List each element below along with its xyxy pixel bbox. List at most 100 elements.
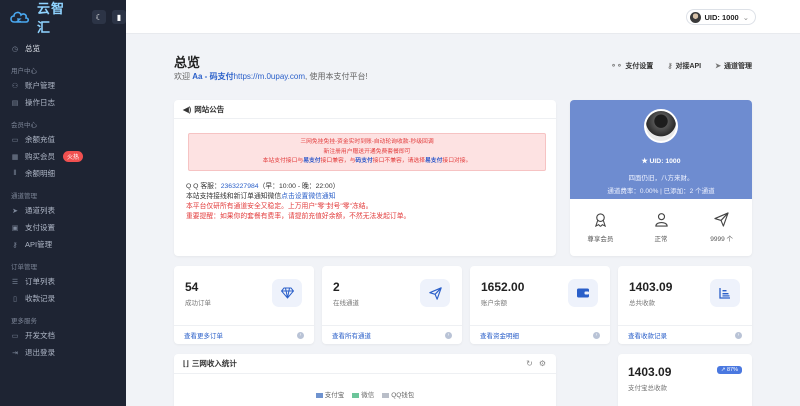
sidebar-item[interactable]: ▭ 余额充值 (0, 131, 126, 148)
user-icon: ⚇ (11, 82, 19, 90)
dark-mode-toggle-icon[interactable]: ☾ (92, 10, 106, 24)
cloud-logo-icon (9, 9, 31, 25)
nav-group-label: 会员中心 (11, 122, 37, 129)
record-icon: ▯ (13, 295, 17, 303)
nav-group-label: 通道管理 (11, 193, 37, 200)
view-channels-link[interactable]: 查看所有通道 › (322, 325, 462, 344)
alipay-total-label: 支付宝总收款 (628, 385, 667, 392)
notice-alert: 三网免挂免挂-资金实时到账-自动轮询收款-秒级回调 新注册用户赠送开通免费套餐即… (188, 133, 546, 171)
user-menu-button[interactable]: UID: 1000 ⌄ (685, 9, 756, 25)
sidebar-item[interactable]: ▤ 操作日志 (0, 94, 126, 111)
income-chart-title: 三网收入统计 (191, 359, 237, 368)
income-chart-card: ⌊⌋ 三网收入统计 ↻ ⚙ 支付宝 微信 QQ钱包 (174, 354, 556, 406)
sidebar-item-label: 开发文档 (25, 331, 55, 340)
sliders-icon: ⚬⚬ (610, 63, 623, 70)
avatar (689, 11, 701, 23)
send-icon: ➤ (12, 207, 18, 215)
stat-value: 54 (185, 280, 199, 294)
sidebar-item-label: 余额充值 (25, 135, 55, 144)
gear-icon[interactable]: ⚙ (539, 359, 546, 368)
arrow-right-icon: › (735, 331, 742, 339)
stat-card-orders: 54 成功订单 查看更多订单 › (174, 266, 314, 344)
logo-text: 云智汇 (37, 1, 66, 35)
sidebar-item[interactable]: ◷ 总览 (0, 40, 126, 57)
sidebar-item[interactable]: ➤ 通道列表 (0, 202, 126, 219)
quick-links: ⚬⚬ 支付设置 ⚷ 对接API ➤ 通道管理 (611, 61, 752, 71)
alert-line: 新注册用户赠送开通免费套餐即可 (323, 148, 411, 155)
stat-label: 在线通道 (333, 300, 359, 307)
alert-line: 本站支付接口与易支付接口兼容，与码支付接口不兼容，请选择易支付接口对接。 (262, 158, 472, 164)
sidebar-item[interactable]: ⚷ API管理 (0, 236, 126, 253)
profile-uid: ★ UID: 1000 (641, 158, 681, 165)
wallet-icon: ▭ (11, 136, 19, 144)
chevron-down-icon: ⌄ (742, 12, 749, 22)
sidebar-item[interactable]: ▯ 收款记录 (0, 290, 126, 307)
sidebar-item[interactable]: ☰ 订单列表 (0, 273, 126, 290)
key-icon: ⚷ (667, 63, 673, 70)
wechat-setting-link[interactable]: 点击设置微信通知 (281, 193, 335, 200)
legend-item[interactable]: QQ钱包 (382, 389, 414, 399)
sidebar-item-label: API管理 (25, 240, 53, 249)
stat-label: 账户余额 (481, 300, 507, 307)
medal-icon (594, 213, 606, 227)
quick-link-pay-settings[interactable]: ⚬⚬ 支付设置 (611, 61, 654, 71)
sidebar-item-label: 操作日志 (25, 98, 55, 107)
sidebar-item[interactable]: ⇥ 退出登录 (0, 344, 126, 361)
profile-stat-status: 正常 (631, 199, 692, 256)
refresh-icon[interactable]: ↻ (526, 359, 533, 368)
line-chart-icon: ⌊⌋ (183, 359, 189, 368)
legend-label: 支付宝 (324, 392, 345, 399)
list-icon: ⫴ (13, 169, 17, 177)
income-chart-header: ⌊⌋ 三网收入统计 (174, 354, 556, 374)
view-funds-link[interactable]: 查看资金明细 › (470, 325, 610, 344)
stat-card-channels: 2 在线通道 查看所有通道 › (322, 266, 462, 344)
alipay-total-card: 1403.09 支付宝总收款 ↗ 87% (618, 354, 752, 406)
alipay-total-value: 1403.09 (628, 365, 672, 379)
hot-badge: 火热 (63, 151, 84, 162)
chart-legend: 支付宝 微信 QQ钱包 (174, 389, 556, 399)
logo-bar: 云智汇 ☾ ▮ (0, 0, 126, 35)
view-income-link[interactable]: 查看收款记录 › (618, 325, 752, 344)
bookmark-icon[interactable]: ▮ (112, 10, 126, 24)
view-orders-link[interactable]: 查看更多订单 › (174, 325, 314, 344)
sidebar-item-label: 退出登录 (25, 348, 55, 357)
sidebar-item[interactable]: ▣ 支付设置 (0, 219, 126, 236)
qq-support-line: Q Q 客服：2363227984（早：10:00 - 晚：22:00） (186, 183, 340, 190)
stat-card-income: 1403.09 总共收款 查看收款记录 › (618, 266, 752, 344)
send-icon (714, 212, 729, 227)
profile-stat-quota: 9999 个 (691, 199, 752, 256)
welcome-user: Aa - 码支付 (192, 72, 234, 81)
sidebar-item[interactable]: ⚇ 账户管理 (0, 77, 126, 94)
profile-rate: 通道费率：0.00% | 已添加：2 个通道 (607, 188, 715, 195)
sidebar-item-label: 账户管理 (25, 81, 55, 90)
uid-label: UID: 1000 (704, 12, 739, 22)
logout-icon: ⇥ (12, 349, 18, 357)
arrow-right-icon: › (297, 331, 304, 339)
sidebar-item-label: 购买会员 (25, 152, 55, 161)
welcome-site-link[interactable]: https://m.0upay.com (234, 72, 305, 81)
quick-link-channels[interactable]: ➤ 通道管理 (715, 61, 752, 71)
speaker-icon: ◀) (183, 104, 192, 114)
quick-link-api[interactable]: ⚷ 对接API (667, 61, 701, 71)
legend-label: QQ钱包 (391, 392, 415, 399)
sidebar: 云智汇 ☾ ▮ ◷ 总览 用户中心 ⚇ 账户管理 ▤ 操作日志 会员中心 ▭ 余额充值 ▦ 购买会员火… (0, 0, 126, 406)
legend-item[interactable]: 支付宝 (315, 389, 345, 399)
risk-notice: 本平台仅研所有通道安全又稳定。上万用户"零"封号"零"冻结。 (186, 203, 373, 210)
legend-swatch (382, 392, 390, 398)
sidebar-item[interactable]: ⫴ 余额明细 (0, 165, 126, 182)
page-title: 总览 (174, 55, 201, 70)
stat-value: 2 (333, 280, 340, 294)
wallet-icon (568, 279, 598, 307)
sidebar-item[interactable]: ▦ 购买会员 火热 (0, 148, 126, 165)
sidebar-item-label: 收款记录 (25, 294, 55, 303)
dashboard-icon: ◷ (11, 45, 19, 53)
alert-line: 三网免挂免挂-资金实时到账-自动轮询收款-秒级回调 (300, 139, 434, 145)
profile-avatar (644, 109, 678, 143)
warning-notice: 重要提醒：如果你的套餐有费率，请提前充值好余额，不然无法发起订单。 (186, 213, 411, 220)
legend-swatch (315, 392, 323, 398)
sidebar-item[interactable]: ▭ 开发文档 (0, 327, 126, 344)
settings-icon: ▣ (11, 224, 19, 232)
stat-card-balance: 1652.00 账户余额 查看资金明细 › (470, 266, 610, 344)
notice-title: 网站公告 (194, 104, 225, 114)
legend-item[interactable]: 微信 (352, 389, 374, 399)
